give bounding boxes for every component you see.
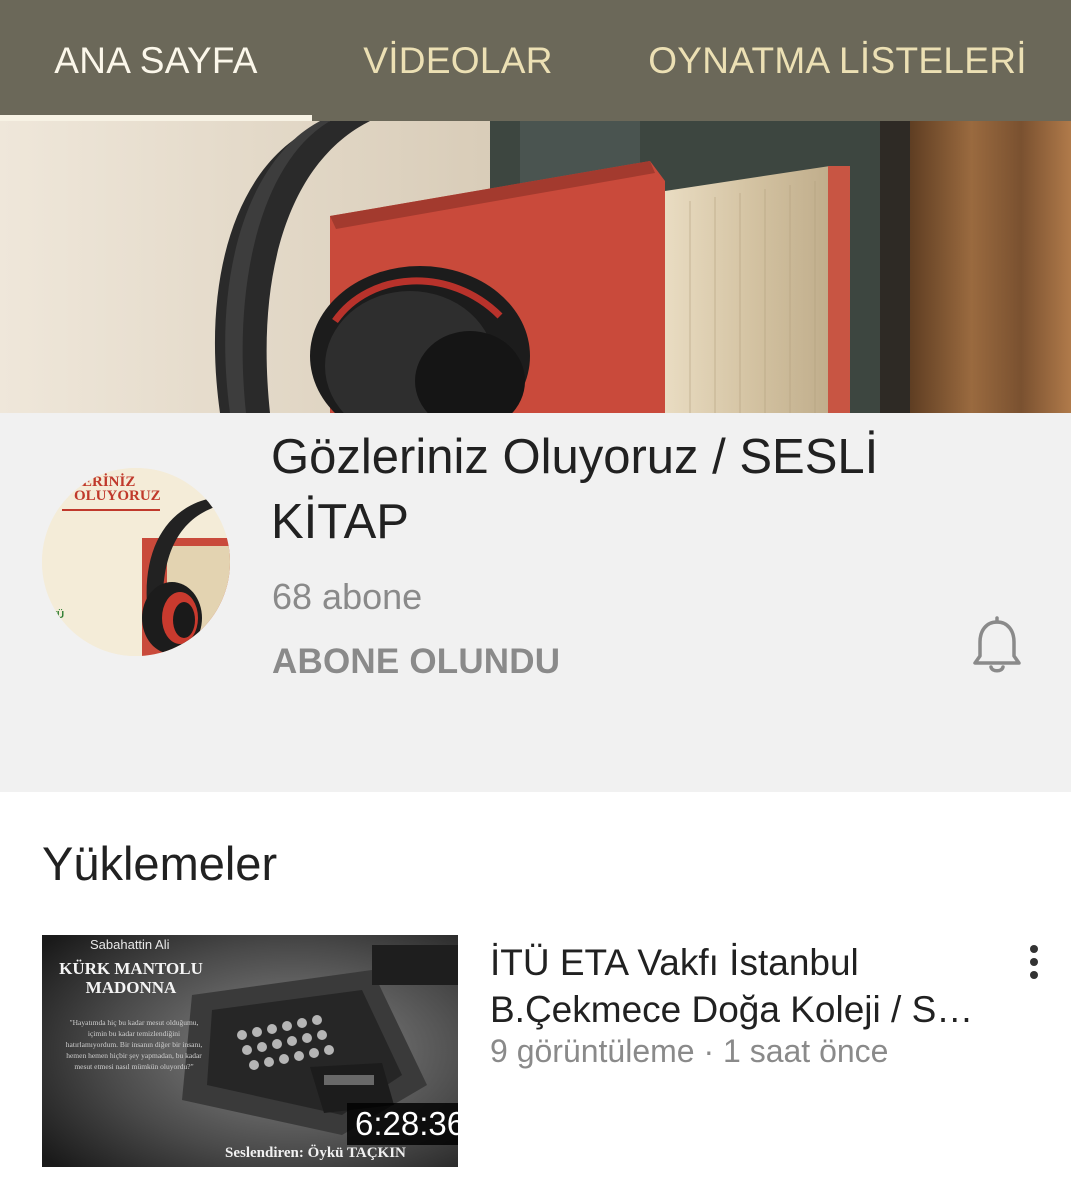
tab-playlists[interactable]: OYNATMA LİSTELERİ (604, 0, 1071, 121)
subscribed-button[interactable]: ABONE OLUNDU (272, 642, 560, 682)
channel-banner (0, 121, 1071, 413)
video-title[interactable]: İTÜ ETA Vakfı İstanbul B.Çekmece Doğa Ko… (490, 939, 1000, 1033)
avatar-small-text: İTÜ (48, 608, 64, 621)
uploads-section-title: Yüklemeler (42, 837, 278, 890)
bell-icon[interactable] (970, 616, 1024, 676)
channel-tab-bar: ANA SAYFA VİDEOLAR OYNATMA LİSTELERİ (0, 0, 1071, 121)
thumbnail-book-title: KÜRK MANTOLU MADONNA (59, 959, 203, 997)
svg-text:OLUYORUZ: OLUYORUZ (74, 488, 161, 504)
video-meta: 9 görüntüleme · 1 saat önce (490, 1033, 889, 1069)
thumbnail-narrator: Seslendiren: Öykü TAÇKIN (225, 1145, 406, 1161)
tab-videos[interactable]: VİDEOLAR (312, 0, 604, 121)
channel-title: Gözleriniz Oluyoruz / SESLİ KİTAP (271, 430, 879, 549)
more-vert-icon[interactable] (1020, 943, 1048, 989)
subscriber-count: 68 abone (272, 576, 423, 617)
tab-home[interactable]: ANA SAYFA (0, 0, 312, 121)
video-thumbnail[interactable]: Sabahattin Ali KÜRK MANTOLU MADONNA "Hay… (42, 935, 458, 1167)
channel-avatar[interactable]: LERİNİZ OLUYORUZ İTÜ (42, 468, 230, 656)
thumbnail-author: Sabahattin Ali (90, 937, 170, 952)
thumbnail-quote: "Hayatımda hiç bu kadar mesut olduğumu, … (65, 1018, 203, 1071)
video-list-item[interactable]: Sabahattin Ali KÜRK MANTOLU MADONNA "Hay… (0, 935, 1071, 1170)
channel-header: LERİNİZ OLUYORUZ İTÜ Gözleriniz Oluyoruz… (0, 413, 1071, 792)
video-duration: 6:28:36 (347, 1103, 458, 1145)
video-title-line: B.Çekmece Doğa Koleji / S… (490, 989, 974, 1030)
video-title-line: İTÜ ETA Vakfı İstanbul (490, 942, 859, 983)
